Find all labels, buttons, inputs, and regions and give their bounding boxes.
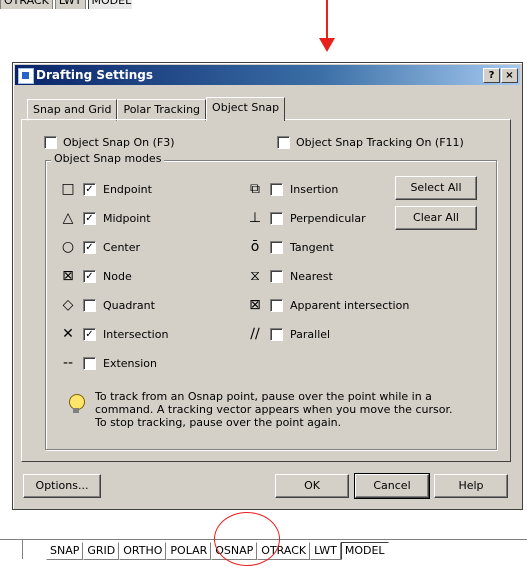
tab-snap-and-grid[interactable]: Snap and Grid (27, 99, 118, 121)
snap-button[interactable]: SNAP (46, 542, 84, 560)
tangent-checkbox[interactable] (270, 240, 283, 254)
apparent-intersection-symbol-icon: ⊠ (249, 297, 261, 313)
checkbox-box[interactable] (44, 136, 57, 149)
ortho-button[interactable]: ORTHO (119, 542, 167, 560)
quadrant-checkbox[interactable] (83, 298, 96, 312)
midpoint-symbol-icon: △ (62, 210, 74, 226)
node-checkbox[interactable]: ✓ (83, 269, 96, 283)
model-button[interactable]: MODEL (340, 542, 389, 560)
mode-quadrant[interactable]: ◇ Quadrant (59, 297, 155, 313)
endpoint-symbol-icon: □ (61, 181, 75, 197)
intersection-symbol-icon: ✕ (62, 326, 74, 342)
checkmark-icon: ✓ (85, 183, 94, 195)
midpoint-checkbox[interactable]: ✓ (83, 211, 96, 225)
apparent-intersection-label: Apparent intersection (290, 298, 410, 312)
mode-tangent[interactable]: ō Tangent (246, 239, 334, 255)
endpoint-label: Endpoint (103, 182, 152, 196)
insertion-checkbox[interactable] (270, 182, 283, 196)
tab-object-snap[interactable]: Object Snap (206, 97, 286, 121)
checkmark-icon: ✓ (85, 212, 94, 224)
tip-text: To track from an Osnap point, pause over… (95, 390, 453, 429)
options-button[interactable]: Options... (23, 474, 101, 498)
mode-midpoint[interactable]: △ ✓ Midpoint (59, 210, 151, 226)
mode-extension[interactable]: -- Extension (59, 355, 157, 371)
mode-perpendicular[interactable]: ⊥ Perpendicular (246, 210, 366, 226)
nearest-symbol-icon: ⧖ (250, 268, 260, 284)
object-snap-on-label: Object Snap On (F3) (63, 136, 175, 149)
otrack-button[interactable]: OTRACK (257, 542, 311, 560)
perpendicular-label: Perpendicular (290, 211, 366, 225)
drafting-settings-dialog: Drafting Settings ? × Snap and Grid Pola… (12, 62, 523, 510)
app-icon (18, 68, 34, 84)
apparent-intersection-checkbox[interactable] (270, 298, 283, 312)
parallel-label: Parallel (290, 327, 331, 341)
object-snap-tracking-label: Object Snap Tracking On (F11) (296, 136, 464, 149)
extension-symbol-icon: -- (62, 355, 74, 371)
endpoint-checkbox[interactable]: ✓ (83, 182, 96, 196)
nearest-label: Nearest (290, 269, 333, 283)
checkbox-box[interactable] (277, 136, 290, 149)
title-bar[interactable]: Drafting Settings ? × (15, 65, 520, 85)
perpendicular-symbol-icon: ⊥ (248, 210, 262, 226)
annotation-arrow-head (319, 38, 335, 52)
extension-checkbox[interactable] (83, 356, 96, 370)
select-all-button[interactable]: Select All (395, 176, 477, 200)
model-button-top[interactable]: MODEL (87, 0, 132, 9)
mode-node[interactable]: ⊠ ✓ Node (59, 268, 132, 284)
node-symbol-icon: ⊠ (62, 268, 74, 284)
perpendicular-checkbox[interactable] (270, 211, 283, 225)
top-status-strip: OTRACK LWT MODEL (0, 0, 132, 9)
checkmark-icon: ✓ (85, 241, 94, 253)
parallel-symbol-icon: ∕∕ (250, 326, 260, 342)
mode-nearest[interactable]: ⧖ Nearest (246, 268, 333, 284)
checkmark-icon: ✓ (85, 328, 94, 340)
lwt-button[interactable]: LWT (310, 542, 341, 560)
mode-center[interactable]: ○ ✓ Center (59, 239, 140, 255)
cancel-button[interactable]: Cancel (354, 473, 430, 499)
mode-endpoint[interactable]: □ ✓ Endpoint (59, 181, 152, 197)
group-label: Object Snap modes (51, 152, 165, 165)
help-button[interactable]: Help (434, 474, 508, 498)
lightbulb-icon (69, 394, 85, 413)
lwt-button-top[interactable]: LWT (54, 0, 86, 9)
clear-all-button[interactable]: Clear All (395, 206, 477, 230)
mode-intersection[interactable]: ✕ ✓ Intersection (59, 326, 168, 342)
node-label: Node (103, 269, 132, 283)
checkmark-icon: ✓ (85, 270, 94, 282)
polar-button[interactable]: POLAR (166, 542, 212, 560)
close-button[interactable]: × (501, 68, 518, 83)
quadrant-symbol-icon: ◇ (62, 297, 74, 313)
center-label: Center (103, 240, 141, 254)
mode-insertion[interactable]: ⧉ Insertion (246, 181, 338, 197)
tangent-label: Tangent (290, 240, 334, 254)
center-checkbox[interactable]: ✓ (83, 240, 96, 254)
otrack-button-top[interactable]: OTRACK (0, 0, 53, 9)
grid-button[interactable]: GRID (83, 542, 120, 560)
mode-parallel[interactable]: ∕∕ Parallel (246, 326, 330, 342)
annotation-arrow (326, 0, 328, 40)
dialog-title: Drafting Settings (36, 68, 153, 82)
parallel-checkbox[interactable] (270, 327, 283, 341)
mode-apparent-intersection[interactable]: ⊠ Apparent intersection (246, 297, 409, 313)
status-buttons: SNAP GRID ORTHO POLAR OSNAP OTRACK LWT M… (46, 542, 389, 560)
object-snap-on-checkbox[interactable]: Object Snap On (F3) (44, 136, 175, 149)
status-bar: SNAP GRID ORTHO POLAR OSNAP OTRACK LWT M… (0, 539, 527, 560)
extension-label: Extension (103, 356, 158, 370)
tab-polar-tracking[interactable]: Polar Tracking (117, 99, 207, 121)
intersection-checkbox[interactable]: ✓ (83, 327, 96, 341)
object-snap-tracking-checkbox[interactable]: Object Snap Tracking On (F11) (277, 136, 464, 149)
ok-button[interactable]: OK (275, 474, 349, 498)
insertion-label: Insertion (290, 182, 339, 196)
help-question-button[interactable]: ? (483, 68, 500, 83)
center-symbol-icon: ○ (61, 239, 75, 255)
osnap-button[interactable]: OSNAP (211, 542, 258, 560)
midpoint-label: Midpoint (103, 211, 151, 225)
intersection-label: Intersection (103, 327, 169, 341)
insertion-symbol-icon: ⧉ (250, 181, 260, 197)
nearest-checkbox[interactable] (270, 269, 283, 283)
status-left-box (0, 540, 23, 559)
quadrant-label: Quadrant (103, 298, 155, 312)
tangent-symbol-icon: ō (250, 239, 260, 255)
